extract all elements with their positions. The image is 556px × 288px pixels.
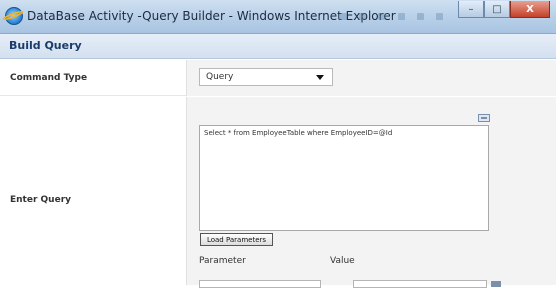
window-title-bar: DataBase Activity -Query Builder - Windo… [0,0,556,34]
build-query-header: Build Query [0,34,556,59]
toolbar-icon [416,13,424,20]
parameter-name-field[interactable] [199,280,321,288]
command-type-selected-value: Query [206,72,234,82]
window-controls: – □ X [458,1,550,20]
query-textarea[interactable]: Select * from EmployeeTable where Employ… [199,125,489,231]
toolbar-icon [397,13,405,20]
query-text: Select * from EmployeeTable where Employ… [204,129,393,137]
page-title: Build Query [9,39,82,52]
toolbar-icon [378,13,386,20]
command-type-select[interactable]: Query [199,68,333,86]
value-column-header: Value [330,256,355,266]
expand-editor-icon[interactable] [478,114,490,122]
toolbar-icon [435,13,443,20]
enter-query-label: Enter Query [10,195,72,205]
toolbar-icon [359,13,367,20]
command-type-label: Command Type [10,73,88,83]
toolbar-icons [340,12,460,22]
toolbar-icon [340,13,347,20]
parameter-column-header: Parameter [199,256,246,266]
maximize-button[interactable]: □ [484,1,510,18]
close-button[interactable]: X [510,1,550,18]
internet-explorer-icon [5,7,23,25]
minimize-button[interactable]: – [458,1,484,18]
value-picker-icon[interactable] [491,281,501,287]
parameter-value-field[interactable] [353,280,487,288]
load-parameters-button[interactable]: Load Parameters [200,233,273,246]
chevron-down-icon[interactable] [316,75,324,80]
